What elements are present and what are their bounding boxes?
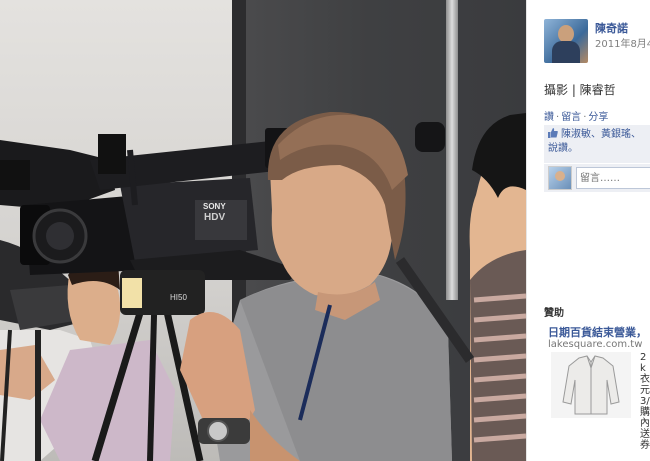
rear-viewfinder [415, 122, 445, 152]
sponsored-heading: 贊助 [544, 308, 564, 319]
ad-headline-link[interactable]: 日期百貨結束營業， [548, 324, 647, 340]
like-link[interactable]: 讚 [544, 112, 554, 123]
comment-link[interactable]: 留言 [561, 112, 581, 123]
thumbs-up-icon [548, 128, 558, 138]
photo-caption: 攝影 | 陳睿哲 [544, 83, 616, 97]
likes-suffix: 說讚。 [548, 143, 578, 154]
poster-avatar[interactable] [544, 19, 588, 63]
viewer-avatar [548, 166, 572, 190]
post-sidebar: 陳奇諾 2011年8月4 攝影 | 陳睿哲 讚 · 留言 · 分享 陳淑敏、黃銀瑤、 說… [526, 0, 650, 461]
ad-url[interactable]: lakesquare.com.tw [548, 339, 642, 350]
jacket-icon [562, 355, 620, 415]
post-photo[interactable]: SONY HDV HI50 [0, 0, 526, 461]
post-date[interactable]: 2011年8月4 [595, 35, 650, 50]
poster-name-link[interactable]: 陳奇諾 [595, 20, 628, 36]
ad-description: 2k衣元3/購內送券 [640, 352, 650, 451]
camera-brand-label: SONY [203, 202, 226, 211]
likers-link[interactable]: 陳淑敏、黃銀瑤、 [561, 129, 641, 140]
ad-image-jacket[interactable] [551, 352, 631, 418]
likes-summary: 陳淑敏、黃銀瑤、 說讚。 [544, 125, 650, 163]
post-actions: 讚 · 留言 · 分享 [544, 112, 609, 123]
photo-scene [0, 111, 526, 461]
comment-composer [544, 164, 650, 192]
tripod-label: HI50 [170, 293, 187, 302]
right-person [469, 113, 526, 461]
share-link[interactable]: 分享 [588, 112, 608, 123]
comment-input[interactable] [576, 167, 650, 189]
camera-model-label: HDV [204, 212, 226, 223]
